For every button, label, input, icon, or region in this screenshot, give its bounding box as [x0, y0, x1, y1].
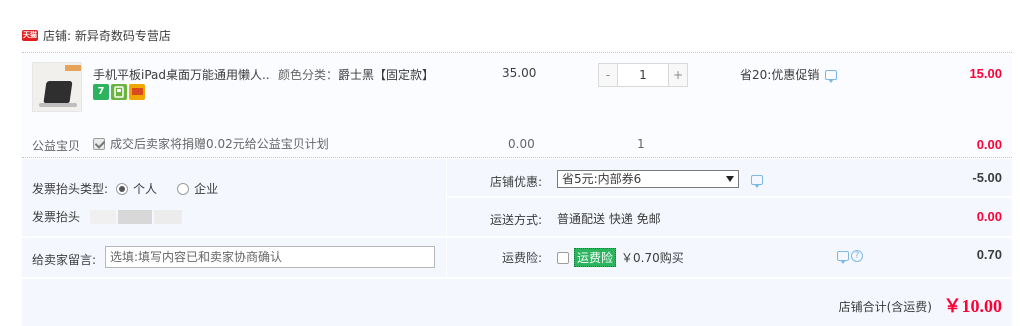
comment-icon[interactable]: [751, 175, 763, 188]
invoice-company-radio[interactable]: [177, 182, 190, 195]
insurance-option: 运费险 ￥0.70购买: [557, 248, 684, 267]
charity-label: 公益宝贝: [32, 139, 81, 153]
thumbnail-tag: [65, 65, 81, 71]
quantity-decrease-button[interactable]: -: [598, 63, 618, 87]
divider: [22, 52, 1012, 53]
store-name[interactable]: 店铺: 新异奇数码专营店: [43, 27, 171, 44]
shipping-method: 普通配送 快递 免邮: [557, 212, 661, 226]
shop-discount-value: -5.00: [972, 170, 1002, 185]
shop-discount-label: 店铺优惠:: [489, 175, 542, 189]
invoice-title-blurred: [154, 210, 182, 224]
message-input[interactable]: 选填:填写内容已和卖家协商确认: [105, 246, 435, 268]
invoice-title-blurred: [118, 210, 152, 224]
quality-icon[interactable]: [111, 84, 127, 100]
promotion-text: 省20:优惠促销: [740, 68, 820, 82]
promotion: 省20:优惠促销: [740, 66, 838, 83]
quantity-increase-button[interactable]: +: [668, 63, 688, 87]
sku-value: 爵士黑【固定款】: [338, 68, 435, 82]
insurance-checkbox[interactable]: [557, 251, 569, 264]
insurance-price: ￥0.70购买: [621, 251, 684, 265]
charity-total: 0.00: [976, 137, 1002, 152]
charity-price: 0.00: [508, 137, 535, 151]
invoice-title-label: 发票抬头: [32, 210, 81, 224]
thumbnail-base: [39, 103, 77, 107]
store-total-value: ￥10.00: [943, 296, 1003, 316]
invoice-title-blurred: [90, 210, 116, 224]
product-sku: 颜色分类：爵士黑【固定款】: [278, 66, 434, 83]
product-thumbnail[interactable]: [32, 62, 82, 112]
invoice-type-label: 发票抬头类型:: [32, 182, 109, 196]
tmall-badge-icon: 天猫: [22, 29, 38, 41]
service-icons: 7: [93, 84, 145, 100]
insurance-help: ?: [837, 250, 863, 264]
sku-label: 颜色分类：: [278, 68, 339, 82]
store-total-label: 店铺合计(含运费): [838, 300, 932, 314]
quantity-stepper: - 1 +: [598, 63, 688, 87]
shipping-cost: 0.00: [976, 209, 1002, 224]
comment-icon[interactable]: [837, 251, 849, 264]
order-item: 手机平板iPad桌面万能通用懒人... 颜色分类：爵士黑【固定款】 7 35.0…: [22, 54, 1012, 157]
invoice-personal-radio[interactable]: [116, 182, 129, 195]
store-header: 天猫 店铺: 新异奇数码专营店: [22, 26, 171, 44]
shop-discount-select[interactable]: 省5元:内部券6: [557, 170, 739, 188]
shop-discount-selected: 省5元:内部券6: [562, 172, 642, 186]
quantity-input[interactable]: 1: [618, 63, 668, 87]
item-subtotal: 15.00: [969, 66, 1002, 81]
charity-quantity: 1: [637, 137, 645, 151]
invoice-company-label[interactable]: 企业: [194, 180, 218, 197]
credit-card-icon[interactable]: [129, 84, 145, 100]
insurance-value: 0.70: [976, 247, 1002, 262]
insurance-tag[interactable]: 运费险: [574, 248, 617, 267]
charity-option: 成交后卖家将捐赠0.02元给公益宝贝计划: [93, 135, 329, 152]
seven-day-return-icon[interactable]: 7: [93, 84, 109, 100]
store-summary: 店铺合计(含运费) ￥10.00: [22, 279, 1012, 326]
comment-icon[interactable]: [825, 69, 838, 83]
charity-text: 成交后卖家将捐赠0.02元给公益宝贝计划: [110, 137, 329, 151]
unit-price: 35.00: [502, 66, 537, 80]
insurance-label: 运费险:: [501, 251, 542, 265]
message-label: 给卖家留言:: [32, 253, 97, 267]
thumbnail-stand: [43, 81, 73, 103]
order-options: 发票抬头类型: 个人 企业 发票抬头 给卖家留言: 选填:填写内容已和卖家协商确…: [22, 158, 1012, 326]
shipping-label: 运送方式:: [489, 213, 542, 227]
product-title-link[interactable]: 手机平板iPad桌面万能通用懒人...: [93, 66, 271, 83]
invoice-personal-label[interactable]: 个人: [133, 180, 157, 197]
help-icon[interactable]: ?: [851, 250, 863, 262]
dropdown-arrow-icon: [726, 176, 734, 182]
invoice-panel: [22, 159, 446, 236]
charity-checkbox[interactable]: [93, 137, 105, 150]
invoice-type: 发票抬头类型: 个人 企业: [32, 180, 218, 197]
